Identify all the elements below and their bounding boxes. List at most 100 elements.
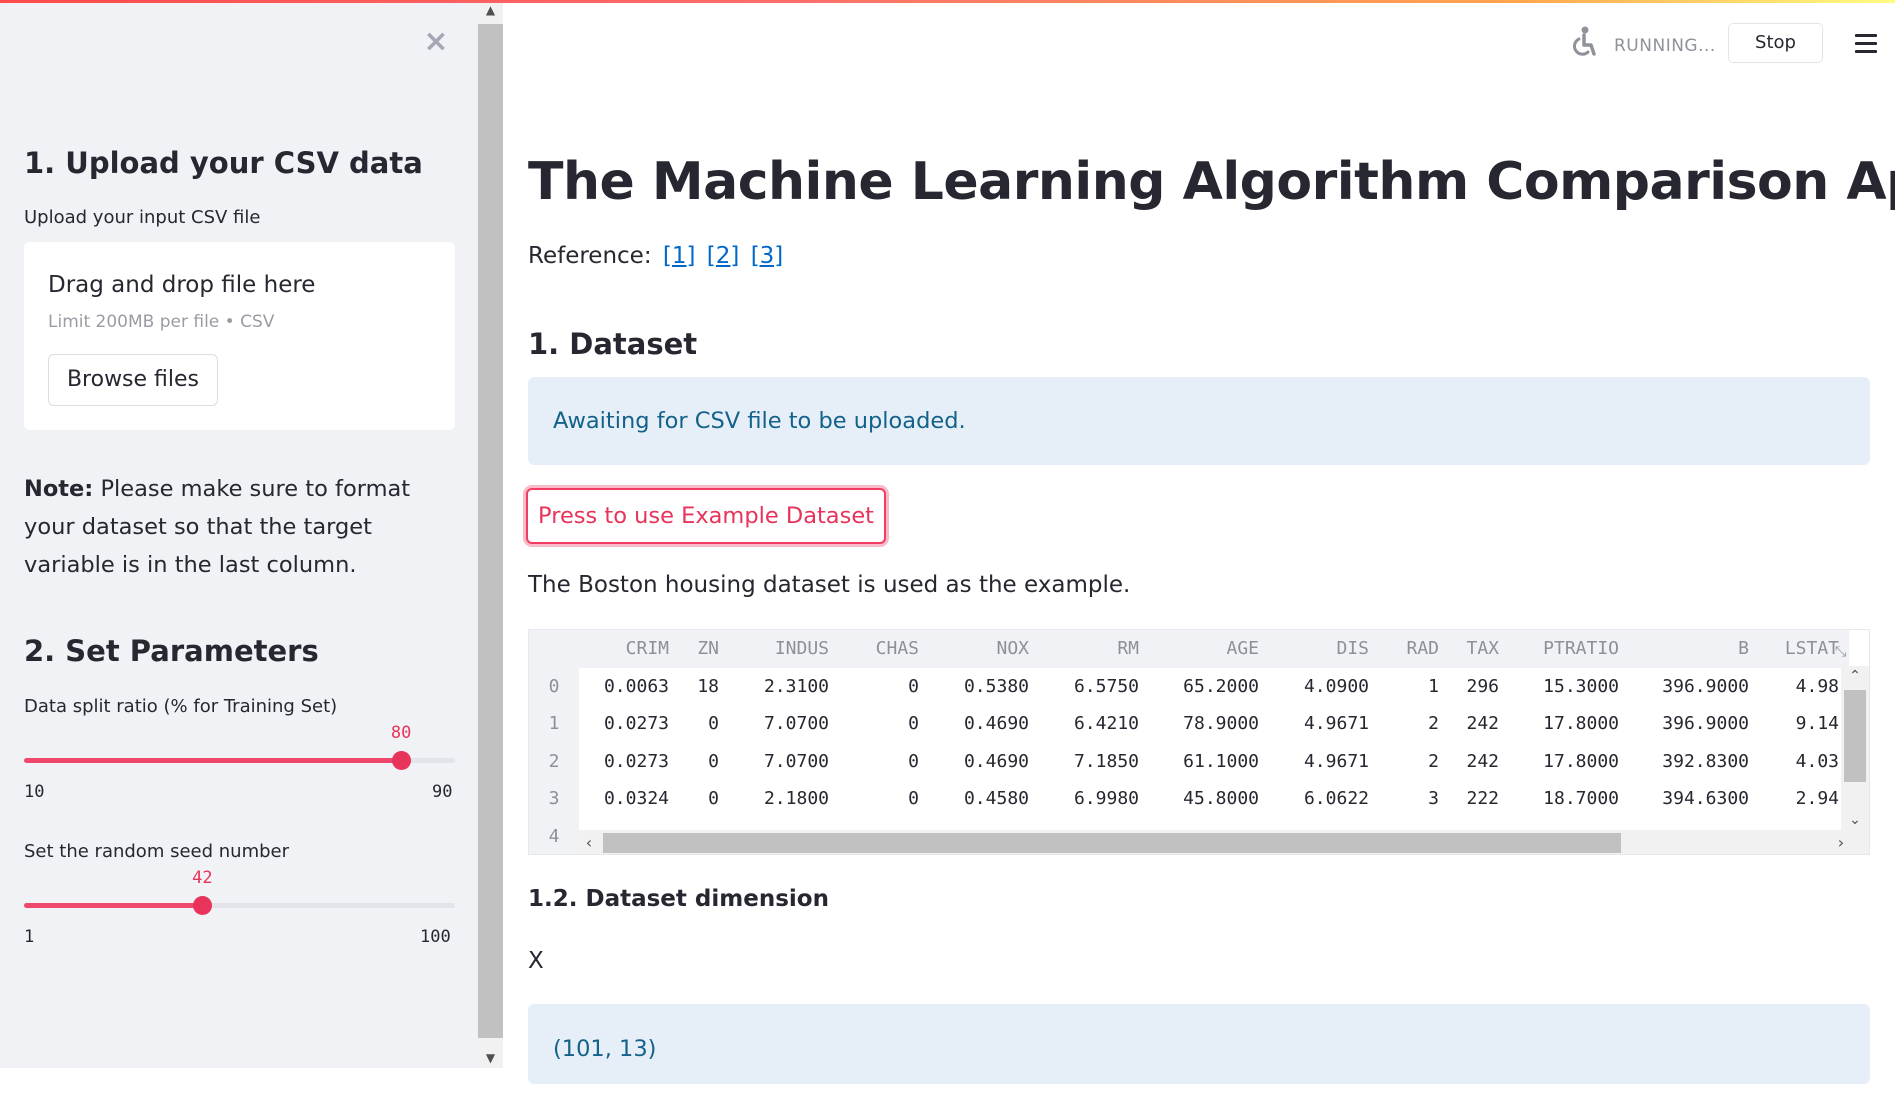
table-cell: 17.8000 — [1543, 750, 1619, 772]
table-cell: 6.4210 — [1073, 713, 1139, 735]
sidebar-scroll-thumb[interactable] — [478, 24, 503, 1038]
dataset-heading: 1. Dataset — [528, 327, 698, 361]
table-cell: 2 — [1428, 750, 1439, 772]
table-cell: 0 — [708, 788, 719, 810]
split-slider[interactable] — [24, 751, 455, 770]
table-cell: 2 — [1428, 713, 1439, 735]
table-cell: 17.8000 — [1543, 713, 1619, 735]
table-cell: 4.03 — [1795, 750, 1839, 772]
upload-heading: 1. Upload your CSV data — [24, 146, 423, 180]
row-index: 1 — [529, 705, 579, 743]
column-header[interactable]: AGE — [1149, 630, 1269, 668]
table-cell: 0 — [908, 750, 919, 772]
table-cell: 2.1800 — [763, 788, 829, 810]
table-cell: 0 — [908, 713, 919, 735]
table-cell: 242 — [1466, 750, 1499, 772]
info-alert: Awaiting for CSV file to be uploaded. — [528, 377, 1870, 465]
dimension-heading: 1.2. Dataset dimension — [528, 886, 829, 912]
table-cell: 0.4690 — [963, 713, 1029, 735]
column-header[interactable]: PTRATIO — [1509, 630, 1629, 668]
row-index: 2 — [529, 742, 579, 780]
seed-slider-fill — [24, 903, 203, 908]
table-hscroll-thumb[interactable] — [603, 833, 1621, 853]
table-cell: 0.4580 — [963, 788, 1029, 810]
table-cell: 394.6300 — [1662, 788, 1749, 810]
table-vertical-scrollbar[interactable]: ⌃ ⌄ — [1841, 666, 1869, 830]
table-cell: 296 — [1466, 675, 1499, 697]
table-cell: 7.0700 — [763, 713, 829, 735]
upload-label: Upload your input CSV file — [24, 207, 261, 228]
row-index: 3 — [529, 780, 579, 818]
table-cell: 242 — [1466, 713, 1499, 735]
table-horizontal-scrollbar[interactable]: ‹ › — [579, 830, 1869, 854]
table-cell: 0.0273 — [603, 713, 669, 735]
close-icon[interactable]: × — [420, 26, 452, 58]
column-header[interactable]: CRIM — [579, 630, 679, 668]
x-label: X — [528, 948, 544, 974]
table-cell: 2.94 — [1795, 788, 1839, 810]
chevron-up-icon[interactable]: ⌃ — [1841, 666, 1869, 686]
data-table: CRIM ZN INDUS CHAS NOX RM AGE DIS RAD TAX PTRATIO B… — [529, 630, 1849, 854]
table-cell: 65.2000 — [1183, 675, 1259, 697]
column-header[interactable]: RM — [1039, 630, 1149, 668]
seed-slider-thumb[interactable] — [193, 896, 213, 915]
column-header[interactable]: INDUS — [729, 630, 839, 668]
table-cell: 4.9671 — [1303, 713, 1369, 735]
column-header[interactable]: ZN — [679, 630, 729, 668]
table-cell: 3 — [1428, 788, 1439, 810]
table-header-row: CRIM ZN INDUS CHAS NOX RM AGE DIS RAD TAX PTRATIO B… — [529, 630, 1849, 668]
hamburger-menu-icon[interactable] — [1855, 34, 1877, 54]
table-cell: 396.9000 — [1662, 713, 1749, 735]
column-header[interactable]: DIS — [1269, 630, 1379, 668]
table-cell: 4.9671 — [1303, 750, 1369, 772]
running-status: RUNNING... — [1614, 36, 1716, 56]
table-cell: 0 — [708, 713, 719, 735]
dropzone-limit: Limit 200MB per file • CSV — [48, 312, 275, 332]
table-cell: 0.4690 — [963, 750, 1029, 772]
page-title: The Machine Learning Algorithm Compariso… — [528, 152, 1895, 212]
table-row: 3 0.0324 0 2.1800 0 0.4580 6.9980 45.8000 6.0622… — [529, 780, 1849, 818]
column-header[interactable]: RAD — [1379, 630, 1449, 668]
split-slider-thumb[interactable] — [392, 751, 412, 770]
split-slider-min: 10 — [24, 782, 45, 802]
table-cell: 15.3000 — [1543, 675, 1619, 697]
row-index: 0 — [529, 667, 579, 705]
note-text: Note: Please make sure to format your da… — [24, 470, 454, 584]
reference-link-3[interactable]: [3] — [751, 243, 784, 269]
seed-slider-value: 42 — [192, 868, 213, 888]
table-row: 0 0.0063 18 2.3100 0 0.5380 6.5750 65.2000 4.090… — [529, 667, 1849, 705]
seed-slider[interactable] — [24, 896, 455, 915]
chevron-right-icon[interactable]: › — [1831, 830, 1851, 854]
table-cell: 61.1000 — [1183, 750, 1259, 772]
column-header[interactable]: NOX — [929, 630, 1039, 668]
resize-icon[interactable]: ⤡ — [1835, 644, 1855, 664]
table-cell: 7.0700 — [763, 750, 829, 772]
file-dropzone[interactable]: Drag and drop file here Limit 200MB per … — [24, 242, 455, 430]
table-cell: 7.1850 — [1073, 750, 1139, 772]
top-decoration-bar — [0, 0, 1895, 3]
table-vscroll-thumb[interactable] — [1844, 690, 1866, 782]
scroll-down-icon[interactable]: ▼ — [478, 1048, 503, 1068]
reference-link-2[interactable]: [2] — [707, 243, 740, 269]
dataset-table[interactable]: CRIM ZN INDUS CHAS NOX RM AGE DIS RAD TAX PTRATIO B… — [528, 629, 1870, 855]
column-header[interactable]: CHAS — [839, 630, 929, 668]
browse-files-button[interactable]: Browse files — [48, 354, 218, 406]
sidebar: × 1. Upload your CSV data Upload your in… — [0, 0, 478, 1068]
table-cell: 4.98 — [1795, 675, 1839, 697]
chevron-down-icon[interactable]: ⌄ — [1841, 810, 1869, 830]
table-cell: 0.0324 — [603, 788, 669, 810]
column-header[interactable]: B — [1629, 630, 1759, 668]
use-example-dataset-button[interactable]: Press to use Example Dataset — [526, 488, 886, 544]
chevron-left-icon[interactable]: ‹ — [579, 830, 599, 854]
reference-link-1[interactable]: [1] — [663, 243, 696, 269]
column-header[interactable] — [529, 630, 579, 668]
scroll-up-icon[interactable]: ▲ — [478, 0, 503, 20]
table-cell: 0 — [708, 750, 719, 772]
stop-button[interactable]: Stop — [1728, 23, 1823, 63]
table-cell: 1 — [1428, 675, 1439, 697]
sidebar-scrollbar[interactable]: ▲ ▼ — [478, 0, 503, 1068]
table-cell: 392.8300 — [1662, 750, 1749, 772]
table-cell: 78.9000 — [1183, 713, 1259, 735]
table-cell: 222 — [1466, 788, 1499, 810]
column-header[interactable]: TAX — [1449, 630, 1509, 668]
